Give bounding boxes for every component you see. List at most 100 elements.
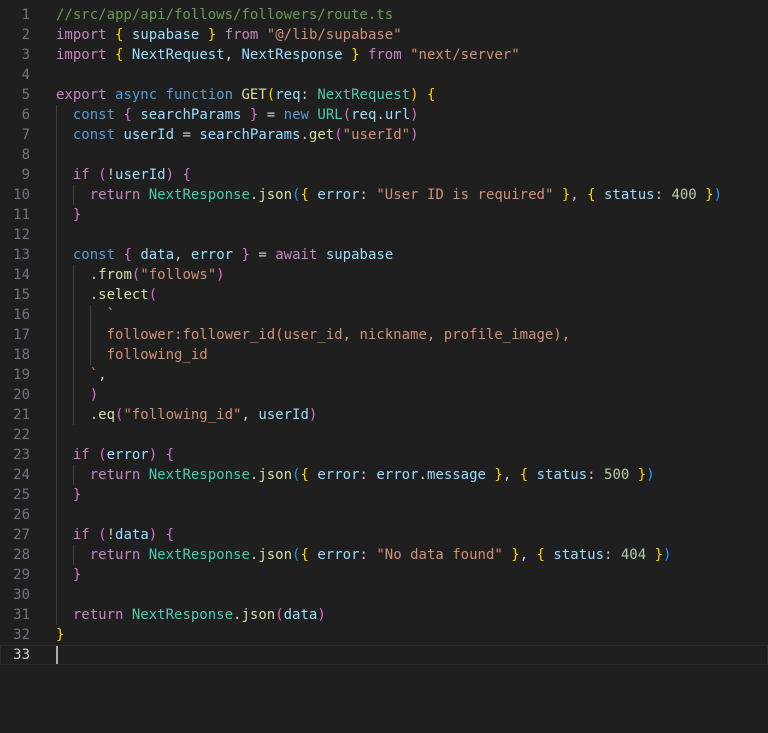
code-line-current[interactable]: 33 <box>0 645 768 665</box>
line-number: 19 <box>13 367 30 383</box>
code-lines[interactable]: 1 //src/app/api/follows/followers/route.t… <box>0 5 768 665</box>
code-line[interactable]: 32} <box>0 625 768 645</box>
code-token: } <box>72 207 82 223</box>
code-line[interactable]: 21 .eq("following_id", userId) <box>0 405 768 425</box>
line-number: 16 <box>13 307 30 323</box>
code-text[interactable]: .eq("following_id", userId) <box>56 405 318 425</box>
code-line[interactable]: 26 <box>0 505 768 525</box>
code-token: { <box>123 247 132 263</box>
code-text[interactable]: return NextResponse.json({ error: "User … <box>56 185 722 205</box>
code-line[interactable]: 7 const userId = searchParams.get("userI… <box>0 125 768 145</box>
code-line[interactable]: 8 <box>0 145 768 165</box>
code-text[interactable]: //src/app/api/follows/followers/route.ts <box>56 5 393 25</box>
code-text[interactable]: `, <box>56 365 107 385</box>
code-line[interactable]: 25 } <box>0 485 768 505</box>
code-line[interactable]: 9 if (!userId) { <box>0 165 768 185</box>
code-text[interactable]: if (!userId) { <box>56 165 191 185</box>
code-token: const <box>72 247 116 263</box>
line-number: 12 <box>13 227 30 243</box>
code-line[interactable]: 1 //src/app/api/follows/followers/route.t… <box>0 5 768 25</box>
code-token: , <box>241 407 259 423</box>
line-number: 4 <box>21 67 30 83</box>
code-line[interactable]: 4 <box>0 65 768 85</box>
code-token: ( <box>334 127 343 143</box>
code-token: { <box>519 467 529 483</box>
code-line[interactable]: 10 return NextResponse.json({ error: "Us… <box>0 185 768 205</box>
code-line[interactable]: 24 return NextResponse.json({ error: err… <box>0 465 768 485</box>
code-editor[interactable]: 1 //src/app/api/follows/followers/route.t… <box>0 0 768 733</box>
code-text[interactable]: if (error) { <box>56 445 174 465</box>
code-text[interactable]: return NextResponse.json(data) <box>56 605 326 625</box>
code-token: export <box>56 87 107 103</box>
code-line[interactable]: 27 if (!data) { <box>0 525 768 545</box>
code-token: ) <box>165 167 175 183</box>
code-token: error <box>317 187 360 203</box>
code-text[interactable]: import { NextRequest, NextResponse } fro… <box>56 45 520 65</box>
code-line[interactable]: 2 import { supabase } from "@/lib/supabas… <box>0 25 768 45</box>
code-line[interactable]: 20 ) <box>0 385 768 405</box>
line-number: 25 <box>13 487 30 503</box>
line-number: 10 <box>13 187 30 203</box>
code-text[interactable]: .select( <box>56 285 157 305</box>
code-text[interactable]: } <box>56 565 81 585</box>
code-text[interactable]: follower:follower_id(user_id, nickname, … <box>56 325 571 345</box>
code-token: new <box>283 107 309 123</box>
code-text[interactable]: } <box>56 485 81 505</box>
line-number: 33 <box>13 647 30 663</box>
code-line[interactable]: 23 if (error) { <box>0 445 768 465</box>
code-token: , <box>502 467 520 483</box>
code-token: function <box>165 87 234 103</box>
code-line[interactable]: 3 import { NextRequest, NextResponse } fr… <box>0 45 768 65</box>
code-text[interactable]: following_id <box>56 345 208 365</box>
code-token: } <box>511 547 520 563</box>
code-text[interactable]: } <box>56 625 64 645</box>
code-token: from <box>224 27 259 43</box>
code-token: error <box>376 467 419 483</box>
code-line[interactable]: 16 ` <box>0 305 768 325</box>
code-token: import <box>56 47 107 63</box>
line-number: 1 <box>21 7 30 23</box>
code-line[interactable]: 14 .from("follows") <box>0 265 768 285</box>
code-text[interactable]: ) <box>56 385 98 405</box>
code-token: userId <box>115 167 166 183</box>
code-token: ) <box>317 607 326 623</box>
code-token: . <box>89 267 99 283</box>
code-line[interactable]: 19 `, <box>0 365 768 385</box>
code-line[interactable]: 18 following_id <box>0 345 768 365</box>
code-text[interactable]: import { supabase } from "@/lib/supabase… <box>56 25 402 45</box>
code-line[interactable]: 17 follower:follower_id(user_id, nicknam… <box>0 325 768 345</box>
code-text[interactable]: const { data, error } = await supabase <box>56 245 393 265</box>
code-text[interactable]: const userId = searchParams.get("userId"… <box>56 125 419 145</box>
code-line[interactable]: 11 } <box>0 205 768 225</box>
code-line[interactable]: 5 export async function GET(req: NextRequ… <box>0 85 768 105</box>
code-token: import <box>56 27 107 43</box>
code-line[interactable]: 30 <box>0 585 768 605</box>
code-line[interactable]: 13 const { data, error } = await supabas… <box>0 245 768 265</box>
code-line[interactable]: 22 <box>0 425 768 445</box>
code-text[interactable]: .from("follows") <box>56 265 225 285</box>
code-token: NextRequest <box>317 87 411 103</box>
code-text[interactable]: return NextResponse.json({ error: error.… <box>56 465 655 485</box>
code-text[interactable]: } <box>56 205 81 225</box>
code-text[interactable]: export async function GET(req: NextReque… <box>56 85 435 105</box>
code-line[interactable]: 12 <box>0 225 768 245</box>
code-text[interactable]: if (!data) { <box>56 525 174 545</box>
code-line[interactable]: 31 return NextResponse.json(data) <box>0 605 768 625</box>
code-text[interactable]: return NextResponse.json({ error: "No da… <box>56 545 672 565</box>
code-text[interactable]: const { searchParams } = new URL(req.url… <box>56 105 419 125</box>
code-token: if <box>72 447 90 463</box>
code-token: "User ID is required" <box>376 187 554 203</box>
code-token: : <box>359 547 377 563</box>
code-line[interactable]: 28 return NextResponse.json({ error: "No… <box>0 545 768 565</box>
code-token: const <box>72 127 116 143</box>
code-line[interactable]: 6 const { searchParams } = new URL(req.u… <box>0 105 768 125</box>
code-line[interactable]: 29 } <box>0 565 768 585</box>
code-token: status <box>536 467 588 483</box>
code-token: . <box>376 107 385 123</box>
code-token: return <box>89 467 141 483</box>
code-line[interactable]: 15 .select( <box>0 285 768 305</box>
code-text[interactable]: ` <box>56 305 115 325</box>
